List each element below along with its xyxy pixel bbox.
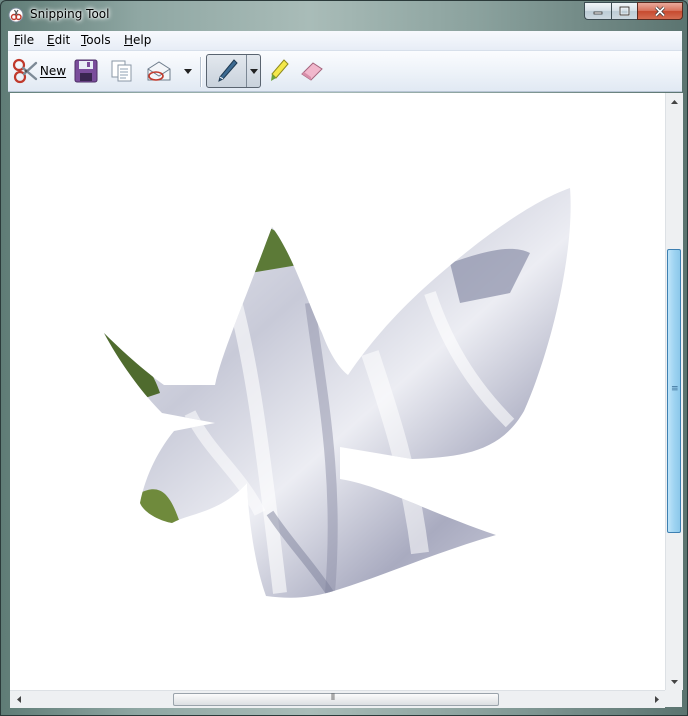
- snip-canvas[interactable]: [10, 93, 665, 690]
- pen-button[interactable]: [211, 57, 243, 85]
- minimize-button[interactable]: [584, 2, 611, 20]
- horizontal-scrollbar[interactable]: ⦀: [10, 690, 665, 708]
- toolbar-separator: [200, 57, 202, 87]
- scissors-icon: [12, 58, 38, 84]
- close-icon: [654, 5, 666, 17]
- horizontal-thumb-grip-icon: ⦀: [331, 693, 335, 703]
- scroll-right-button[interactable]: [648, 691, 665, 708]
- pen-tool-group: [206, 54, 261, 88]
- scroll-right-icon: [654, 696, 659, 703]
- menu-tools-rest: ools: [86, 33, 111, 47]
- menu-help-rest: elp: [133, 33, 152, 47]
- vertical-thumb-grip-icon: ≡: [671, 384, 679, 394]
- pen-dropdown[interactable]: [248, 65, 260, 77]
- menu-edit-rest: dit: [54, 33, 71, 47]
- send-snip-button[interactable]: [144, 56, 174, 86]
- highlighter-button[interactable]: [266, 56, 292, 86]
- maximize-icon: [619, 6, 630, 16]
- pen-split-divider: [246, 55, 247, 87]
- vertical-scrollbar[interactable]: ≡: [665, 93, 683, 690]
- new-snip-button[interactable]: New: [10, 55, 68, 87]
- menu-bar: File Edit Tools Help: [8, 31, 682, 51]
- pen-icon: [218, 59, 238, 82]
- menu-tools[interactable]: Tools: [81, 33, 111, 47]
- minimize-icon: [593, 11, 603, 15]
- menu-file[interactable]: File: [14, 33, 34, 47]
- save-icon: [74, 59, 98, 83]
- scrollbar-corner: [665, 690, 682, 707]
- horizontal-scroll-thumb[interactable]: ⦀: [173, 693, 499, 706]
- copy-button[interactable]: [108, 56, 136, 86]
- copy-icon: [111, 60, 132, 82]
- chevron-down-icon: [250, 68, 258, 74]
- menu-edit[interactable]: Edit: [47, 33, 70, 47]
- dropdown-arrow-icon: [184, 68, 192, 74]
- send-snip-dropdown[interactable]: [182, 63, 194, 79]
- snipping-tool-window: Snipping Tool File Edit Tools Help New ≡…: [0, 0, 688, 716]
- eraser-button[interactable]: [298, 57, 326, 85]
- title-bar[interactable]: Snipping Tool: [1, 1, 687, 29]
- highlighter-icon: [271, 59, 289, 81]
- menu-help[interactable]: Help: [124, 33, 151, 47]
- scroll-up-button[interactable]: [666, 93, 683, 110]
- scroll-left-button[interactable]: [10, 691, 27, 708]
- toolbar: New: [8, 51, 682, 92]
- scroll-up-icon: [671, 99, 678, 104]
- scroll-left-icon: [16, 696, 21, 703]
- menu-edit-accel: E: [47, 33, 55, 47]
- scroll-down-icon: [671, 679, 678, 684]
- vertical-scroll-thumb[interactable]: ≡: [667, 249, 681, 533]
- menu-file-rest: ile: [20, 33, 35, 47]
- send-snip-icon: [147, 61, 171, 81]
- maximize-button[interactable]: [611, 2, 637, 20]
- save-button[interactable]: [72, 56, 100, 86]
- close-button[interactable]: [637, 2, 683, 20]
- menu-help-accel: H: [124, 33, 134, 47]
- free-form-snip-image: [104, 188, 571, 598]
- window-title: Snipping Tool: [30, 7, 110, 21]
- scroll-down-button[interactable]: [666, 673, 683, 690]
- snipping-tool-app-icon: [8, 7, 24, 23]
- new-snip-label: New: [39, 64, 67, 78]
- eraser-icon: [301, 62, 323, 81]
